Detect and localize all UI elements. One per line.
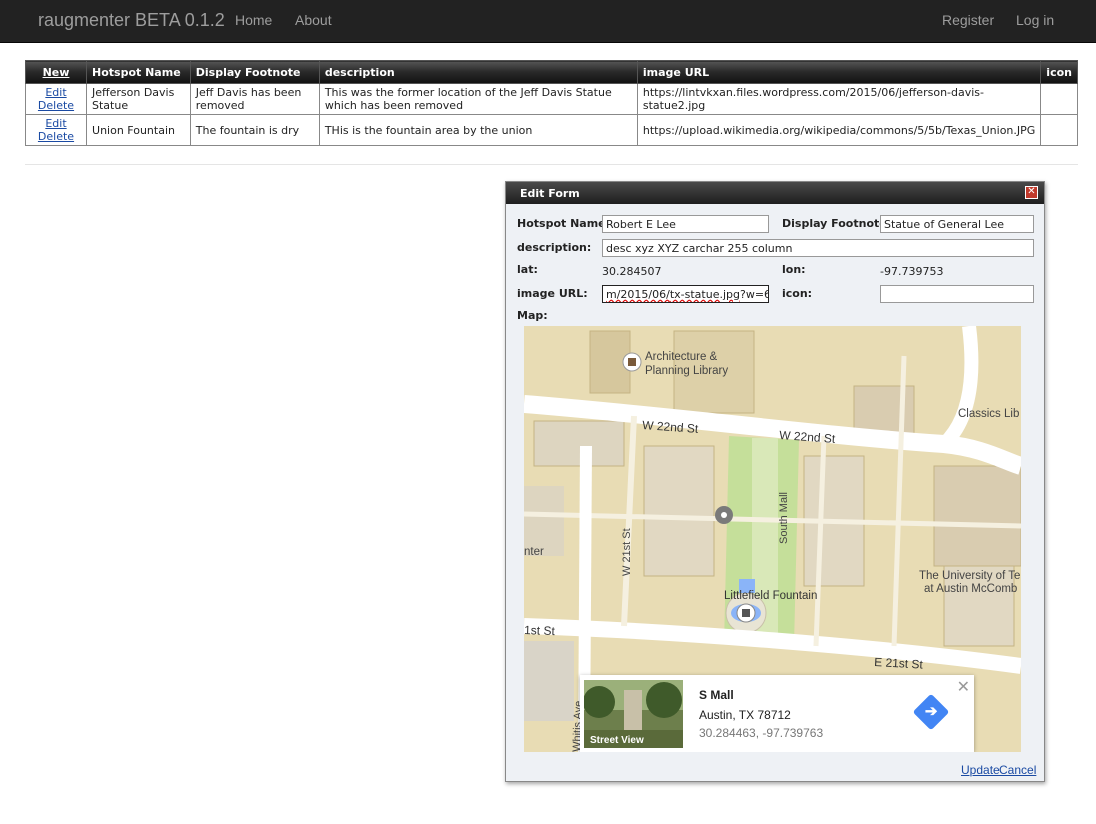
lon-value: -97.739753: [880, 265, 944, 278]
nav-about-link[interactable]: About: [295, 12, 332, 28]
cell-icon: [1040, 83, 1078, 115]
close-icon[interactable]: ✕: [957, 677, 970, 697]
map-label: Map:: [517, 309, 548, 322]
location-info-card: Street View S Mall Austin, TX 78712 30.2…: [580, 675, 974, 752]
divider: [25, 164, 1078, 165]
location-title: S Mall: [699, 688, 734, 702]
map-label: Classics Lib: [958, 408, 1019, 420]
table-header-row: New Hotspot Name Display Footnote descri…: [24, 60, 1078, 84]
column-header-icon[interactable]: icon: [1040, 60, 1078, 84]
lon-label: lon:: [782, 263, 806, 276]
lat-label: lat:: [517, 263, 538, 276]
location-address: Austin, TX 78712: [699, 708, 791, 722]
delete-link[interactable]: Delete: [31, 99, 81, 112]
column-header-description[interactable]: description: [318, 60, 638, 84]
cell-name: Union Fountain: [86, 114, 191, 146]
cell-name: Jefferson Davis Statue: [86, 83, 191, 115]
directions-arrow-icon: ➔: [924, 702, 938, 720]
street-view-label: Street View: [590, 735, 644, 746]
map-label: Littlefield Fountain: [724, 590, 817, 602]
table-row: Edit Delete Jefferson Davis Statue Jeff …: [24, 83, 1078, 115]
street-view-thumbnail[interactable]: Street View: [584, 680, 683, 748]
column-header-footnote[interactable]: Display Footnote: [189, 60, 320, 84]
map-label: Planning Library: [645, 365, 728, 377]
navbar: raugmenter BETA 0.1.2 Home About Registe…: [0, 0, 1096, 43]
image-url-label: image URL:: [517, 287, 588, 300]
image-url-part: m/2015/06/: [606, 288, 670, 301]
dialog-titlebar[interactable]: Edit Form ✕: [506, 182, 1044, 204]
new-hotspot-link[interactable]: New: [24, 60, 88, 84]
lat-value: 30.284507: [602, 265, 662, 278]
hotspot-name-input[interactable]: Robert E Lee: [602, 215, 769, 233]
map-label: E 21st St: [874, 655, 924, 672]
hotspot-name-label: Hotspot Name:: [517, 217, 611, 230]
map-view[interactable]: Architecture & Planning Library W 22nd S…: [524, 326, 1021, 752]
description-label: description:: [517, 241, 592, 254]
dialog-title: Edit Form: [520, 187, 580, 200]
column-header-name[interactable]: Hotspot Name: [86, 60, 191, 84]
table-row: Edit Delete Union Fountain The fountain …: [24, 114, 1078, 146]
cell-description: THis is the fountain area by the union: [318, 114, 638, 146]
cell-image-url: https://upload.wikimedia.org/wikipedia/c…: [636, 114, 1042, 146]
display-footnote-label: Display Footnote:: [782, 217, 892, 230]
nav-home-link[interactable]: Home: [235, 12, 272, 28]
nav-login-link[interactable]: Log in: [1016, 12, 1054, 28]
map-label: The University of Te: [919, 570, 1020, 582]
column-header-image-url[interactable]: image URL: [636, 60, 1042, 84]
delete-link[interactable]: Delete: [31, 130, 81, 143]
directions-icon[interactable]: ➔: [912, 693, 950, 731]
edit-form-dialog: Edit Form ✕ Hotspot Name: Robert E Lee D…: [505, 181, 1045, 782]
close-icon[interactable]: ✕: [1025, 186, 1038, 199]
nav-register-link[interactable]: Register: [942, 12, 994, 28]
update-link[interactable]: Update: [961, 763, 1000, 777]
cell-icon: [1040, 114, 1078, 146]
brand-link[interactable]: raugmenter BETA 0.1.2: [38, 10, 225, 31]
cell-footnote: Jeff Davis has been removed: [189, 83, 320, 115]
cell-description: This was the former location of the Jeff…: [318, 83, 638, 115]
icon-label: icon:: [782, 287, 813, 300]
cell-footnote: The fountain is dry: [189, 114, 320, 146]
map-label: W 21st St: [621, 528, 633, 576]
image-url-part: ?w=650: [739, 288, 768, 301]
map-label: at Austin McComb: [924, 583, 1017, 595]
map-label: 1st St: [524, 623, 556, 638]
edit-link[interactable]: Edit: [31, 86, 81, 99]
hotspot-table: New Hotspot Name Display Footnote descri…: [24, 60, 1078, 146]
map-label: South Mall: [778, 492, 790, 544]
description-input[interactable]: desc xyz XYZ carchar 255 column: [602, 239, 1034, 257]
cancel-link[interactable]: Cancel: [999, 763, 1036, 777]
location-coordinates: 30.284463, -97.739763: [699, 726, 824, 740]
image-url-part: tx-statue.jpg: [669, 288, 740, 301]
row-actions: Edit Delete: [24, 83, 88, 115]
row-actions: Edit Delete: [24, 114, 88, 146]
display-footnote-input[interactable]: Statue of General Lee: [880, 215, 1034, 233]
icon-input[interactable]: [880, 285, 1034, 303]
edit-link[interactable]: Edit: [31, 117, 81, 130]
map-label: Architecture &: [645, 351, 718, 363]
map-label: nter: [524, 546, 544, 558]
image-url-input[interactable]: m/2015/06/tx-statue.jpg?w=650: [602, 285, 769, 303]
cell-image-url: https://lintvkxan.files.wordpress.com/20…: [636, 83, 1042, 115]
